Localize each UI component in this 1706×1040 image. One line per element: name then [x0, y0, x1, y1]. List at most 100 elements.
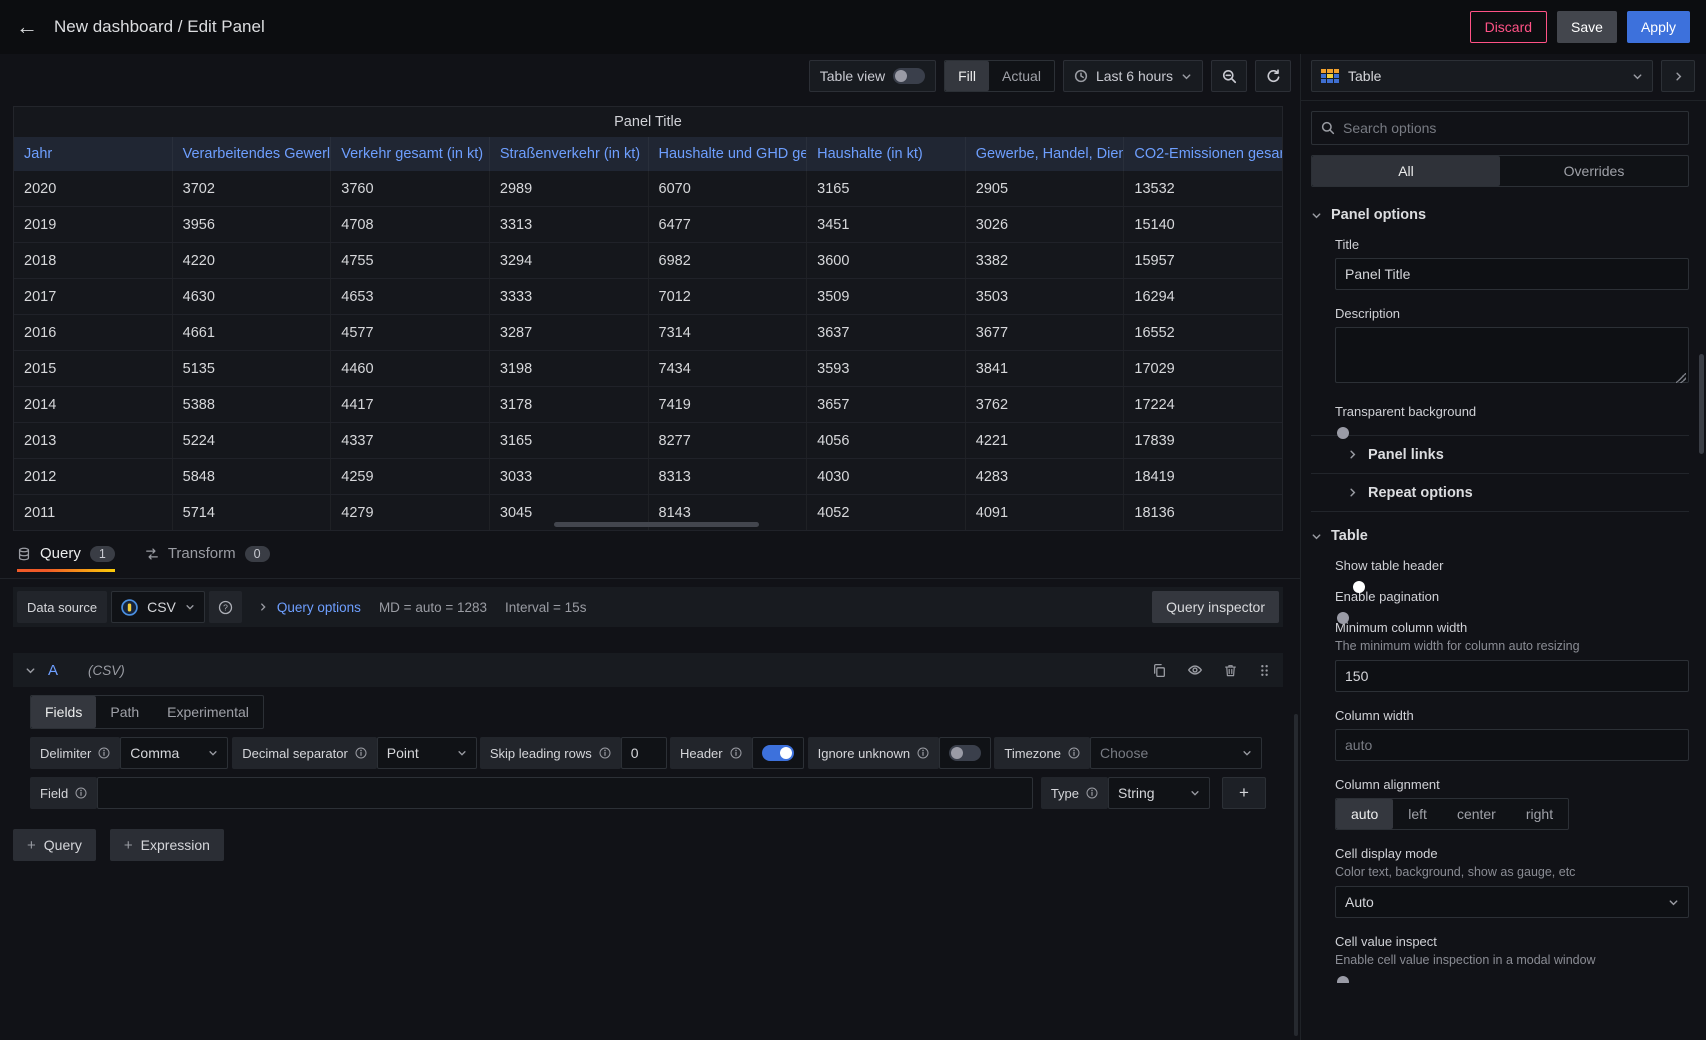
tab-path[interactable]: Path — [96, 696, 153, 728]
ignore-unknown-toggle[interactable] — [949, 745, 981, 761]
table-cell: 4653 — [331, 279, 490, 314]
panel-title-input[interactable] — [1335, 258, 1689, 290]
datasource-picker[interactable]: CSV — [111, 591, 205, 623]
actual-option[interactable]: Actual — [989, 61, 1054, 91]
back-arrow-icon[interactable]: ← — [16, 16, 38, 38]
timezone-label: Timezone — [994, 737, 1090, 769]
show-table-header-label: Show table header — [1335, 558, 1689, 573]
decimal-separator-select[interactable]: Point — [377, 737, 477, 769]
add-expression-button[interactable]: + Expression — [110, 829, 224, 861]
chevron-down-icon — [1181, 71, 1192, 82]
info-icon — [355, 747, 367, 759]
query-inspector-button[interactable]: Query inspector — [1152, 591, 1279, 623]
field-row: Field Type String + — [30, 777, 1266, 809]
table-options-section: Table Show table header Enable paginatio… — [1311, 528, 1689, 967]
align-right-option[interactable]: right — [1511, 799, 1568, 829]
table-cell: 7434 — [649, 351, 808, 386]
table-cell: 7314 — [649, 315, 808, 350]
table-cell: 4417 — [331, 387, 490, 422]
refresh-button[interactable] — [1255, 60, 1291, 92]
svg-text:?: ? — [223, 602, 228, 612]
panel-options-header[interactable]: Panel options — [1311, 207, 1689, 223]
visualization-picker[interactable]: Table — [1311, 60, 1653, 92]
question-circle-icon: ? — [218, 600, 233, 615]
align-left-option[interactable]: left — [1393, 799, 1442, 829]
tab-all[interactable]: All — [1312, 156, 1500, 186]
table-cell: 2017 — [14, 279, 173, 314]
column-header[interactable]: Straßenverkehr (in kt) — [490, 137, 649, 171]
repeat-options-section[interactable]: Repeat options — [1311, 474, 1689, 512]
horizontal-scrollbar[interactable] — [554, 522, 759, 527]
align-auto-option[interactable]: auto — [1336, 799, 1393, 829]
table-cell: 15140 — [1124, 207, 1282, 242]
table-cell: 2016 — [14, 315, 173, 350]
clock-icon — [1074, 69, 1088, 83]
visualization-name: Table — [1348, 68, 1381, 84]
header-toggle[interactable] — [762, 745, 794, 761]
apply-button[interactable]: Apply — [1627, 11, 1690, 43]
main-vertical-scrollbar[interactable] — [1294, 714, 1298, 1036]
table-cell: 4030 — [807, 459, 966, 494]
zoom-out-button[interactable] — [1211, 60, 1247, 92]
query-options-toggle[interactable]: Query options — [258, 600, 361, 615]
column-header[interactable]: Haushalte und GHD ge — [649, 137, 808, 171]
table-cell: 6477 — [649, 207, 808, 242]
timezone-select[interactable]: Choose — [1090, 737, 1262, 769]
options-search[interactable] — [1311, 111, 1689, 145]
field-input[interactable] — [97, 777, 1033, 809]
table-row: 201939564708331364773451302615140 — [14, 207, 1282, 243]
align-center-option[interactable]: center — [1442, 799, 1511, 829]
delete-query-trash-icon[interactable] — [1223, 662, 1238, 678]
save-button[interactable]: Save — [1557, 11, 1617, 43]
panel-links-section[interactable]: Panel links — [1311, 436, 1689, 474]
tab-query[interactable]: Query 1 — [17, 545, 115, 572]
query-row-header[interactable]: A (CSV) — [13, 653, 1283, 687]
table-cell: 2018 — [14, 243, 173, 278]
column-header[interactable]: Verkehr gesamt (in kt) — [331, 137, 490, 171]
hide-query-eye-icon[interactable] — [1187, 662, 1203, 678]
field-label: Field — [30, 777, 97, 809]
cell-display-mode-select[interactable]: Auto — [1335, 886, 1689, 918]
table-cell: 3503 — [966, 279, 1125, 314]
fill-option[interactable]: Fill — [945, 61, 989, 91]
column-width-input[interactable] — [1335, 729, 1689, 761]
min-column-width-input[interactable] — [1335, 660, 1689, 692]
collapse-options-pane-button[interactable] — [1661, 60, 1695, 92]
table-cell: 5388 — [173, 387, 332, 422]
tab-overrides[interactable]: Overrides — [1500, 156, 1688, 186]
column-header[interactable]: Verarbeitendes Gewerl — [173, 137, 332, 171]
column-header[interactable]: Jahr — [14, 137, 173, 171]
drag-handle-grip-icon[interactable] — [1258, 662, 1271, 678]
table-cell: 4708 — [331, 207, 490, 242]
tab-experimental[interactable]: Experimental — [153, 696, 263, 728]
column-alignment-group: auto left center right — [1335, 798, 1569, 830]
add-query-button[interactable]: + Query — [13, 829, 96, 861]
tab-fields[interactable]: Fields — [31, 696, 96, 728]
column-header[interactable]: CO2-Emissionen gesar — [1124, 137, 1282, 171]
delimiter-select[interactable]: Comma — [120, 737, 228, 769]
add-field-button[interactable]: + — [1222, 777, 1266, 809]
chevron-right-icon — [1347, 449, 1358, 460]
type-select[interactable]: String — [1108, 777, 1210, 809]
column-header[interactable]: Haushalte (in kt) — [807, 137, 966, 171]
options-search-input[interactable] — [1343, 120, 1679, 136]
duplicate-query-icon[interactable] — [1152, 662, 1167, 678]
table-cell: 2014 — [14, 387, 173, 422]
sidebar-scrollbar[interactable] — [1699, 354, 1704, 454]
time-range-picker[interactable]: Last 6 hours — [1063, 60, 1203, 92]
info-icon — [730, 747, 742, 759]
datasource-row: Data source CSV ? Query options — [13, 587, 1283, 627]
datasource-help-button[interactable]: ? — [209, 591, 242, 623]
table-cell: 17029 — [1124, 351, 1282, 386]
tab-transform[interactable]: Transform 0 — [145, 545, 270, 572]
table-row: 201842204755329469823600338215957 — [14, 243, 1282, 279]
skip-leading-rows-input[interactable] — [621, 737, 667, 769]
table-cell: 3509 — [807, 279, 966, 314]
column-header[interactable]: Gewerbe, Handel, Dien — [966, 137, 1125, 171]
discard-button[interactable]: Discard — [1470, 11, 1547, 43]
table-view-toggle[interactable] — [893, 68, 925, 84]
panel-description-textarea[interactable] — [1335, 327, 1689, 383]
table-cell: 7419 — [649, 387, 808, 422]
table-row: 202037023760298960703165290513532 — [14, 171, 1282, 207]
table-options-header[interactable]: Table — [1311, 528, 1689, 544]
